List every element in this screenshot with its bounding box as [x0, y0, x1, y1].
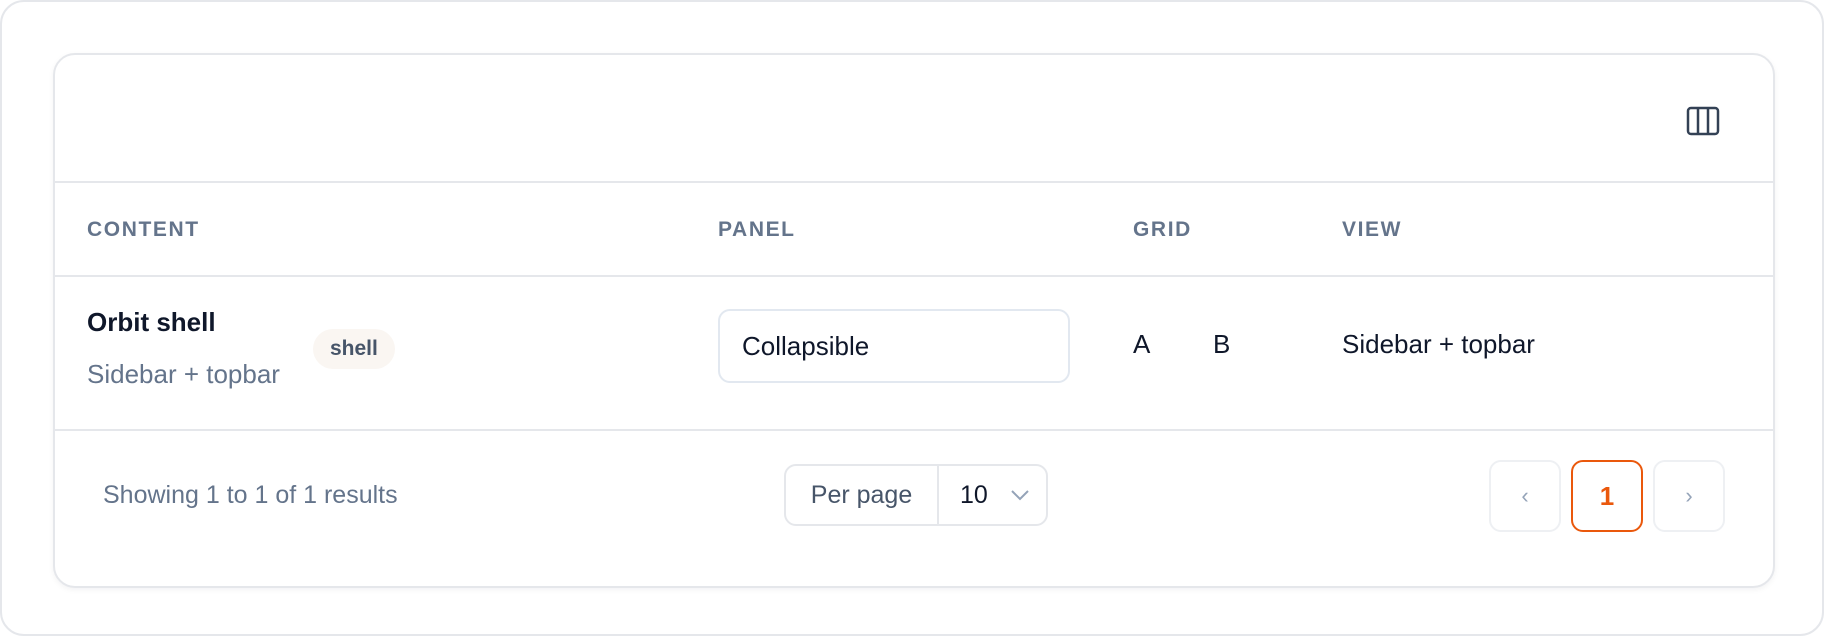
- table-row: Orbit shell Sidebar + topbar shell A B S…: [55, 277, 1773, 431]
- chevron-down-icon: [1011, 490, 1029, 501]
- columns-icon: [1686, 106, 1720, 136]
- table-footer: Showing 1 to 1 of 1 results Per page 10 …: [55, 431, 1773, 586]
- page-1-button[interactable]: 1: [1571, 460, 1643, 532]
- table-card: CONTENT PANEL GRID VIEW Orbit shell Side…: [53, 53, 1775, 588]
- column-header-panel[interactable]: PANEL: [718, 183, 796, 277]
- content-subtitle: Sidebar + topbar: [87, 359, 280, 389]
- per-page-control: Per page 10: [784, 464, 1048, 526]
- page-frame: CONTENT PANEL GRID VIEW Orbit shell Side…: [0, 0, 1824, 636]
- prev-page-button[interactable]: ‹: [1489, 460, 1561, 532]
- per-page-select[interactable]: 10: [939, 466, 1046, 524]
- column-header-content[interactable]: CONTENT: [87, 183, 200, 277]
- per-page-value: 10: [960, 480, 988, 509]
- results-summary: Showing 1 to 1 of 1 results: [103, 481, 398, 509]
- panel-input[interactable]: [718, 309, 1070, 383]
- next-page-button[interactable]: ›: [1653, 460, 1725, 532]
- view-cell: Sidebar + topbar: [1342, 329, 1535, 359]
- content-title: Orbit shell: [87, 307, 216, 337]
- grid-cell-b: B: [1213, 329, 1231, 359]
- table-toolbar: [55, 55, 1773, 183]
- columns-toggle-button[interactable]: [1681, 101, 1725, 141]
- table-header: CONTENT PANEL GRID VIEW: [55, 183, 1773, 277]
- column-header-view[interactable]: VIEW: [1342, 183, 1402, 277]
- content-tag-badge: shell: [313, 329, 395, 369]
- grid-cell-a: A: [1133, 329, 1151, 359]
- column-header-grid[interactable]: GRID: [1133, 183, 1192, 277]
- per-page-label: Per page: [786, 466, 939, 524]
